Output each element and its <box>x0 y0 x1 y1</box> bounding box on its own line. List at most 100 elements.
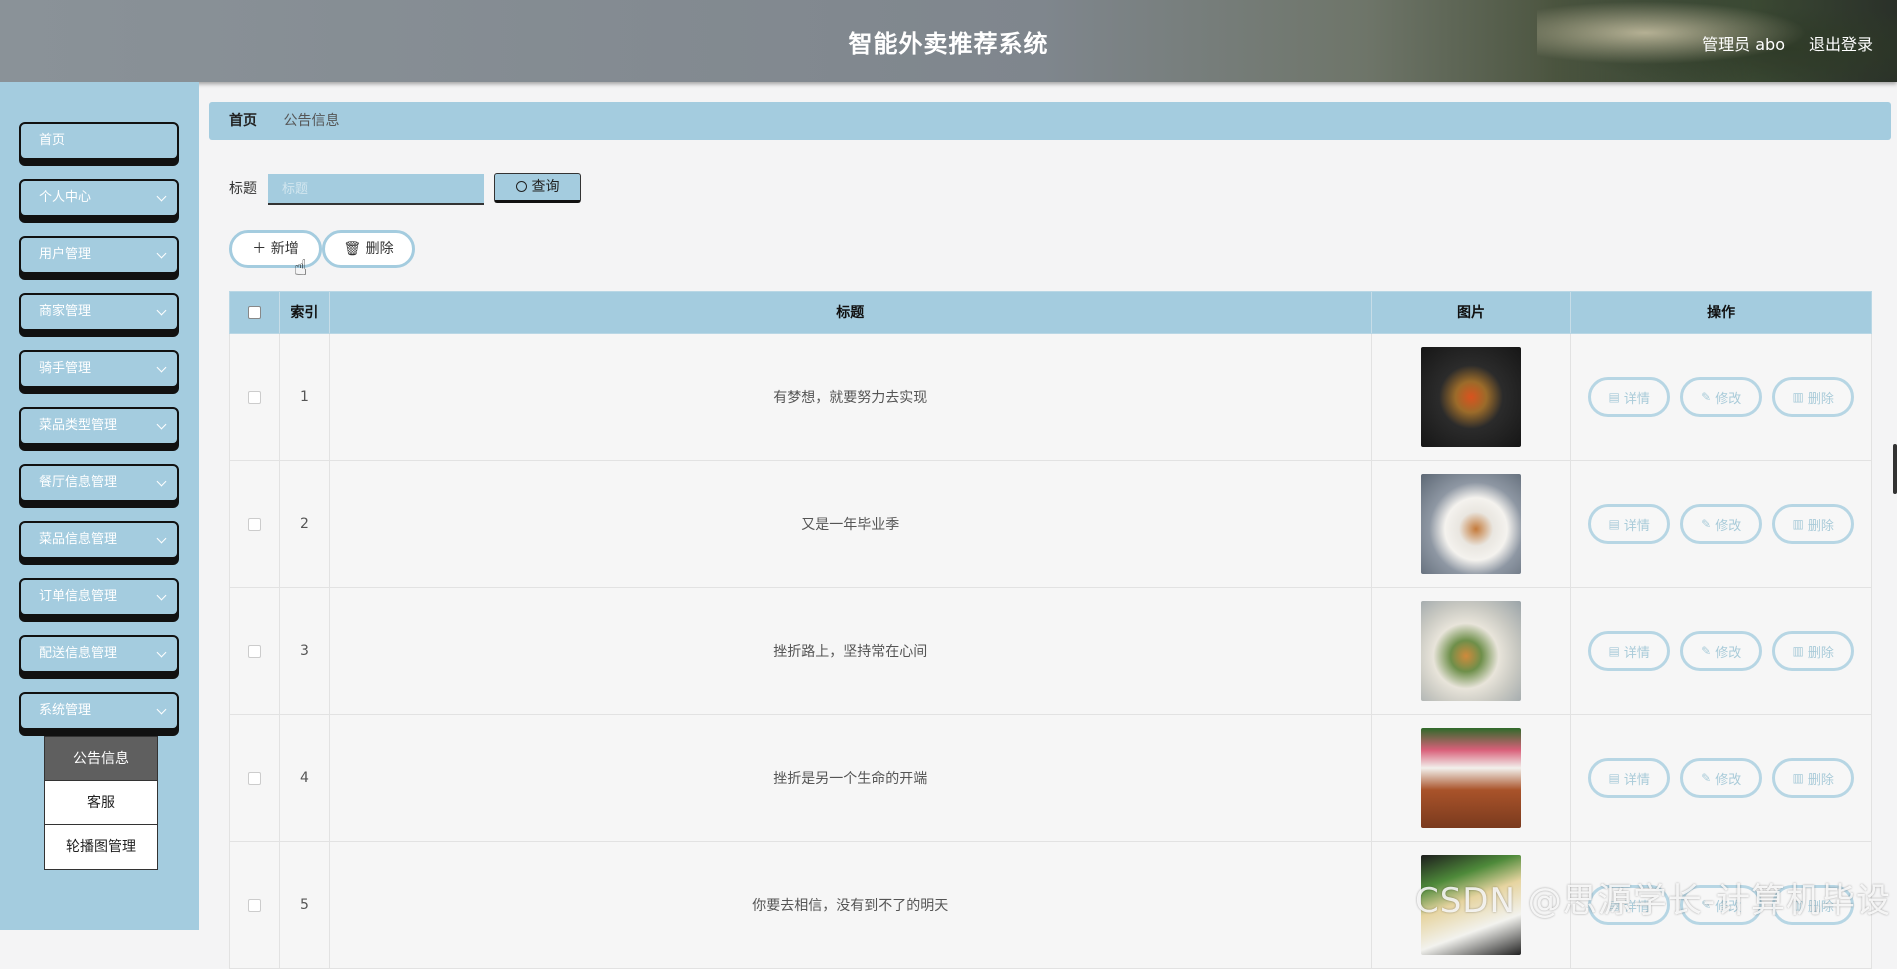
delete-button[interactable]: ▥ 删除 <box>1772 631 1854 671</box>
row-actions: ▤详情 ✎修改 ▥ 删除 <box>1571 334 1871 460</box>
chevron-down-icon <box>157 306 167 316</box>
hand-pointer-cursor-icon: ☝ <box>294 256 307 281</box>
sidebar-item-rider-management[interactable]: 骑手管理 <box>19 350 179 388</box>
system-submenu: 公告信息 客服 轮播图管理 <box>44 736 158 870</box>
table-row: 3 挫折路上，坚持常在心间 ▤详情 ✎修改 ▥删除 <box>229 588 1872 715</box>
sidebar-item-label: 个人中心 <box>39 190 91 205</box>
chevron-down-icon <box>157 192 167 202</box>
app-title: 智能外卖推荐系统 <box>0 24 1897 59</box>
sidebar-item-label: 订单信息管理 <box>39 589 117 604</box>
sidebar-item-label: 餐厅信息管理 <box>39 475 117 490</box>
detail-button[interactable]: ▤详情 <box>1588 758 1670 798</box>
detail-button-label: 详情 <box>1624 515 1650 534</box>
document-icon: ▤ <box>1608 517 1619 531</box>
delete-button[interactable]: ▥删除 <box>1772 504 1854 544</box>
edit-button[interactable]: ✎修改 <box>1680 758 1762 798</box>
submenu-item-announcements[interactable]: 公告信息 <box>45 737 157 781</box>
detail-button-label: 详情 <box>1624 642 1650 661</box>
row-select-cell <box>230 334 280 460</box>
row-select-cell <box>230 842 280 968</box>
trash-icon: ▥ <box>1792 644 1803 658</box>
sidebar-item-restaurant-management[interactable]: 餐厅信息管理 <box>19 464 179 502</box>
row-checkbox[interactable] <box>248 772 261 785</box>
row-index: 4 <box>280 715 330 841</box>
sidebar-item-personal-center[interactable]: 个人中心 <box>19 179 179 217</box>
breadcrumb: 首页 公告信息 <box>209 102 1891 140</box>
edit-icon: ✎ <box>1701 517 1711 531</box>
detail-button[interactable]: ▤详情 <box>1588 377 1670 417</box>
detail-button[interactable]: ▤ 详情 <box>1588 504 1670 544</box>
sidebar-item-dish-info-management[interactable]: 菜品信息管理 <box>19 521 179 559</box>
detail-button-label: 详情 <box>1624 769 1650 788</box>
admin-user-label: 管理员 abo <box>1702 31 1785 55</box>
search-button-label: 查询 <box>532 179 560 195</box>
row-title: 又是一年毕业季 <box>330 461 1372 587</box>
edit-button[interactable]: ✎修改 <box>1680 377 1762 417</box>
breadcrumb-home[interactable]: 首页 <box>229 113 257 129</box>
select-all-cell <box>230 292 280 333</box>
bulk-delete-button[interactable]: 🗑 删除 <box>322 230 415 268</box>
submenu-item-customer-service[interactable]: 客服 <box>45 781 157 825</box>
row-checkbox[interactable] <box>248 391 261 404</box>
trash-icon: ▥ <box>1792 390 1803 404</box>
row-image-cell <box>1372 334 1572 460</box>
sidebar-item-label: 首页 <box>39 133 65 148</box>
submenu-item-carousel-management[interactable]: 轮播图管理 <box>45 825 157 869</box>
delete-button[interactable]: ▥删除 <box>1772 758 1854 798</box>
add-button[interactable]: ＋ 新增 <box>229 230 322 268</box>
row-image-cell <box>1372 461 1572 587</box>
sidebar-item-label: 骑手管理 <box>39 361 91 376</box>
add-button-label: 新增 <box>271 241 299 257</box>
table-row: 1 有梦想，就要努力去实现 ▤详情 ✎修改 ▥ 删除 <box>229 334 1872 461</box>
sidebar-item-label: 用户管理 <box>39 247 91 262</box>
row-image-cell <box>1372 588 1572 714</box>
sidebar-item-order-management[interactable]: 订单信息管理 <box>19 578 179 616</box>
chevron-down-icon <box>157 363 167 373</box>
edit-button[interactable]: ✎修改 <box>1680 631 1762 671</box>
sidebar-item-home[interactable]: 首页 <box>19 122 179 160</box>
row-checkbox[interactable] <box>248 645 261 658</box>
row-title: 挫折是另一个生命的开端 <box>330 715 1372 841</box>
sidebar-item-delivery-management[interactable]: 配送信息管理 <box>19 635 179 673</box>
select-all-checkbox[interactable] <box>248 306 261 319</box>
row-title: 你要去相信，没有到不了的明天 <box>330 842 1372 968</box>
sidebar-item-label: 系统管理 <box>39 703 91 718</box>
search-icon <box>516 181 527 192</box>
detail-button[interactable]: ▤详情 <box>1588 631 1670 671</box>
dish-photo-1 <box>1421 347 1521 447</box>
row-title: 挫折路上，坚持常在心间 <box>330 588 1372 714</box>
row-index: 1 <box>280 334 330 460</box>
row-select-cell <box>230 461 280 587</box>
sidebar-item-user-management[interactable]: 用户管理 <box>19 236 179 274</box>
row-actions: ▤ 详情 ✎ 修改 ▥删除 <box>1571 461 1871 587</box>
row-title: 有梦想，就要努力去实现 <box>330 334 1372 460</box>
table-header: 索引 标题 图片 操作 <box>229 291 1872 334</box>
edit-icon: ✎ <box>1701 390 1711 404</box>
search-button[interactable]: 查询 <box>494 173 581 203</box>
scrollbar-thumb[interactable] <box>1893 444 1897 494</box>
delete-button-label: 删除 <box>1808 642 1834 661</box>
search-title-label: 标题 <box>229 178 257 198</box>
document-icon: ▤ <box>1608 390 1619 404</box>
edit-icon: ✎ <box>1701 771 1711 785</box>
edit-button-label: 修改 <box>1715 515 1741 534</box>
trash-icon: ▥ <box>1792 517 1803 531</box>
sidebar-item-system-management[interactable]: 系统管理 <box>19 692 179 730</box>
delete-button[interactable]: ▥ 删除 <box>1772 377 1854 417</box>
row-select-cell <box>230 588 280 714</box>
sidebar-item-dish-type-management[interactable]: 菜品类型管理 <box>19 407 179 445</box>
edit-button[interactable]: ✎ 修改 <box>1680 504 1762 544</box>
plus-icon: ＋ <box>252 241 270 257</box>
sidebar-item-label: 配送信息管理 <box>39 646 117 661</box>
row-index: 5 <box>280 842 330 968</box>
row-checkbox[interactable] <box>248 518 261 531</box>
row-checkbox[interactable] <box>248 899 261 912</box>
chevron-down-icon <box>157 705 167 715</box>
bulk-delete-button-label: 删除 <box>366 241 394 257</box>
sidebar-item-merchant-management[interactable]: 商家管理 <box>19 293 179 331</box>
search-title-input[interactable] <box>268 174 484 205</box>
trash-icon: 🗑 <box>343 241 365 257</box>
logout-button[interactable]: 退出登录 <box>1809 31 1873 55</box>
delete-button-label: 删除 <box>1808 388 1834 407</box>
chevron-down-icon <box>157 591 167 601</box>
